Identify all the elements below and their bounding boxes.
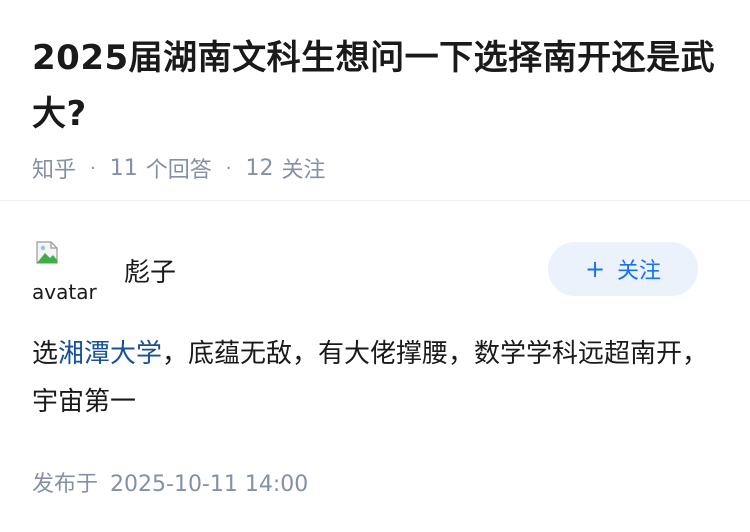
follow-count-label[interactable]: 关注 [282,152,326,184]
answer-card: avatar 彪子 + 关注 选湘潭大学，底蕴无敌，有大佬撑腰，数学学科远超南开… [32,236,718,426]
question-title[interactable]: 2025届湖南文科生想问一下选择南开还是武大? [32,30,722,142]
source-label[interactable]: 知乎 [32,152,76,184]
plus-icon: + [584,255,606,283]
meta-separator: · [90,157,96,179]
broken-image-icon [36,241,58,264]
question-meta: 知乎 · 11 个回答 · 12 关注 [32,152,722,184]
follow-button[interactable]: + 关注 [548,242,698,296]
question-header: 2025届湖南文科生想问一下选择南开还是武大? 知乎 · 11 个回答 · 12… [32,30,722,184]
follow-button-label: 关注 [617,259,662,284]
meta-separator: · [225,157,232,179]
answer-count-label[interactable]: 个回答 [146,152,212,184]
divider [0,200,750,201]
avatar[interactable]: avatar [32,236,98,302]
publish-info: 发布于 2025-10-11 14:00 [32,466,308,498]
answer-body: 选湘潭大学，底蕴无敌，有大佬撑腰，数学学科远超南开，宇宙第一 [32,330,718,426]
publish-label: 发布于 [32,472,99,497]
author-name[interactable]: 彪子 [124,252,176,289]
avatar-alt-text: avatar [32,280,97,302]
author-row: avatar 彪子 + 关注 [32,236,718,302]
answer-count: 11 [109,155,138,181]
answer-text-prefix: 选 [32,339,59,369]
publish-time: 2025-10-11 14:00 [110,472,309,497]
follow-count: 12 [245,155,274,181]
answer-link[interactable]: 湘潭大学 [58,339,162,369]
